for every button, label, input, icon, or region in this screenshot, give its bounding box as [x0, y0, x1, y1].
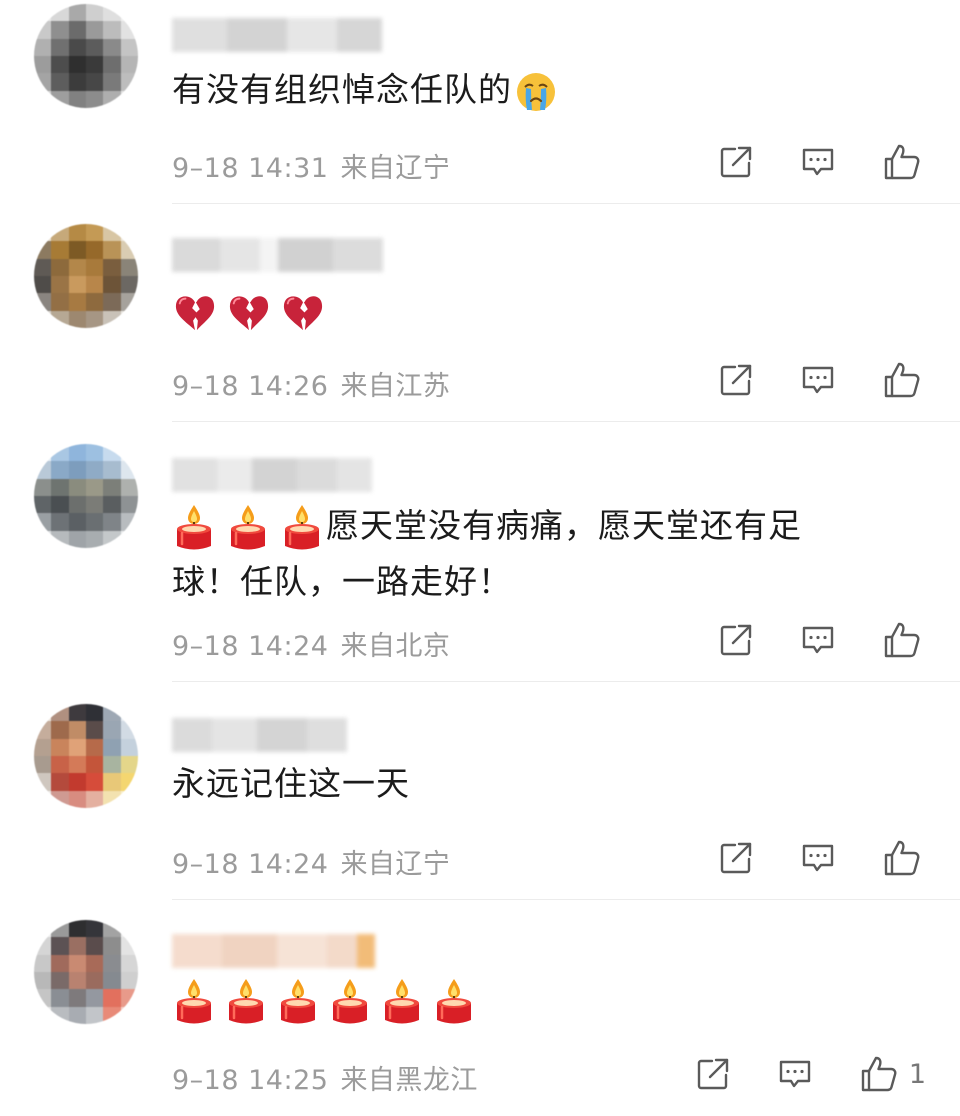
reply-button[interactable] — [800, 144, 836, 180]
share-button[interactable] — [718, 840, 754, 876]
candle-emoji — [328, 977, 372, 1027]
comment-time: 9–18 14:24 — [172, 631, 329, 662]
comment-meta: 9–18 14:25 来自黑龙江 — [172, 1058, 478, 1097]
reply-button[interactable] — [800, 362, 836, 398]
comment-time: 9–18 14:25 — [172, 1065, 329, 1096]
comment-location: 来自辽宁 — [340, 849, 451, 880]
avatar[interactable] — [34, 920, 138, 1024]
candle-emoji — [432, 977, 476, 1027]
comment-text — [172, 282, 892, 338]
avatar[interactable] — [34, 704, 138, 808]
comment-time: 9–18 14:31 — [172, 153, 329, 184]
comment-icon — [777, 1056, 813, 1092]
comment-actions — [672, 838, 922, 878]
comment-actions: 1 — [649, 1054, 926, 1094]
thumbs-up-icon — [882, 620, 922, 660]
comment-text: 有没有组织悼念任队的 — [172, 62, 892, 118]
comment-location: 来自江苏 — [340, 371, 451, 402]
divider — [172, 681, 960, 682]
share-icon — [718, 840, 754, 876]
candle-emoji — [224, 977, 268, 1027]
divider — [172, 421, 960, 422]
comment-icon — [800, 144, 836, 180]
comment-time: 9–18 14:26 — [172, 371, 329, 402]
username-blurred[interactable] — [172, 718, 347, 752]
comment-text-line: 愿天堂没有病痛，愿天堂还有足 — [172, 498, 892, 554]
share-icon — [718, 622, 754, 658]
divider — [172, 899, 960, 900]
thumbs-up-icon — [882, 360, 922, 400]
candle-emoji — [172, 503, 216, 553]
avatar[interactable] — [34, 444, 138, 548]
comment-meta: 9–18 14:26 来自江苏 — [172, 364, 450, 403]
comment-text — [172, 972, 892, 1028]
comment-meta: 9–18 14:31 来自辽宁 — [172, 146, 450, 185]
share-button[interactable] — [718, 622, 754, 658]
reply-button[interactable] — [800, 840, 836, 876]
broken-heart-emoji — [172, 291, 218, 333]
thumbs-up-icon — [882, 838, 922, 878]
share-button[interactable] — [718, 362, 754, 398]
crying-face-emoji — [514, 70, 558, 114]
like-button[interactable] — [882, 142, 922, 182]
comment-text: 永远记住这一天 — [172, 764, 410, 803]
like-count: 1 — [908, 1058, 926, 1090]
like-button[interactable]: 1 — [859, 1054, 926, 1094]
broken-heart-emoji — [280, 291, 326, 333]
avatar[interactable] — [34, 4, 138, 108]
comment-text: 愿天堂没有病痛，愿天堂还有足 球！任队，一路走好！ — [172, 498, 892, 610]
comment-list: 有没有组织悼念任队的 9–18 14:31来自辽宁 9–18 14:26来自 — [0, 0, 960, 1116]
username-blurred[interactable] — [172, 934, 375, 968]
comment-meta: 9–18 14:24 来自北京 — [172, 624, 450, 663]
like-button[interactable] — [882, 360, 922, 400]
candle-emoji — [276, 977, 320, 1027]
share-icon — [718, 144, 754, 180]
comment-location: 来自北京 — [340, 631, 451, 662]
like-button[interactable] — [882, 838, 922, 878]
comment-text-line: 球！任队，一路走好！ — [172, 562, 512, 601]
candle-emoji — [380, 977, 424, 1027]
comment-location: 来自辽宁 — [340, 153, 451, 184]
comment-meta: 9–18 14:24 来自辽宁 — [172, 842, 450, 881]
thumbs-up-icon — [859, 1054, 899, 1094]
share-button[interactable] — [718, 144, 754, 180]
username-blurred[interactable] — [172, 238, 383, 272]
username-blurred[interactable] — [172, 458, 372, 492]
like-button[interactable] — [882, 620, 922, 660]
share-button[interactable] — [695, 1056, 731, 1092]
candle-emoji — [280, 503, 324, 553]
username-blurred[interactable] — [172, 18, 382, 52]
divider — [172, 203, 960, 204]
broken-heart-emoji — [226, 291, 272, 333]
comment-icon — [800, 840, 836, 876]
candle-emoji — [172, 977, 216, 1027]
comment-icon — [800, 622, 836, 658]
comment-actions — [672, 360, 922, 400]
reply-button[interactable] — [777, 1056, 813, 1092]
avatar[interactable] — [34, 224, 138, 328]
comment-actions — [672, 142, 922, 182]
comment-actions — [672, 620, 922, 660]
comment-icon — [800, 362, 836, 398]
share-icon — [695, 1056, 731, 1092]
candle-emoji — [226, 503, 270, 553]
comment-time: 9–18 14:24 — [172, 849, 329, 880]
comment-location: 来自黑龙江 — [340, 1065, 478, 1096]
reply-button[interactable] — [800, 622, 836, 658]
thumbs-up-icon — [882, 142, 922, 182]
share-icon — [718, 362, 754, 398]
